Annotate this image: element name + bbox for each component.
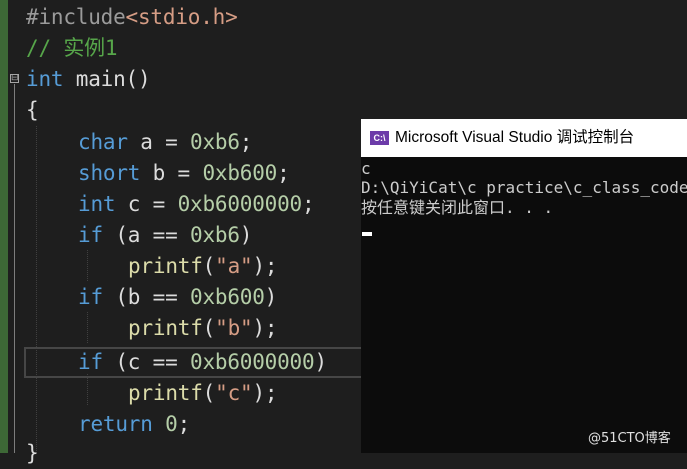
indent-guide xyxy=(36,126,37,453)
console-cursor xyxy=(362,232,372,236)
indent-guide xyxy=(87,312,88,343)
condition: (c == xyxy=(102,350,190,374)
indent-guide xyxy=(87,250,88,281)
preprocessor-directive: #include xyxy=(26,5,126,29)
fold-guide-line xyxy=(14,84,15,453)
change-tracking-bar xyxy=(0,0,8,453)
console-line: 按任意键关闭此窗口. . . xyxy=(361,198,554,217)
main-signature: main() xyxy=(63,67,151,91)
statement-end: ); xyxy=(252,316,278,340)
console-line: D:\QiYiCat\c practice\c_class_code xyxy=(361,178,687,197)
collapse-toggle-icon[interactable]: ⊟ xyxy=(10,74,19,83)
semicolon: ; xyxy=(239,130,253,154)
code-line-short-b[interactable]: short b = 0xb600; xyxy=(78,158,290,189)
number-literal: 0 xyxy=(165,412,178,436)
keyword-if: if xyxy=(78,285,103,309)
code-line-printf-a[interactable]: printf("a"); xyxy=(128,251,278,282)
console-output[interactable]: c D:\QiYiCat\c practice\c_class_code 按任意… xyxy=(361,157,687,453)
watermark: @51CTO博客 xyxy=(588,431,671,446)
debug-console-window[interactable]: C:\ Microsoft Visual Studio 调试控制台 c D:\Q… xyxy=(361,119,687,453)
code-line-if-b[interactable]: if (b == 0xb600) xyxy=(78,282,277,313)
include-header: <stdio.h> xyxy=(125,5,238,29)
code-line-main[interactable]: int main() xyxy=(26,64,151,95)
indent-guide xyxy=(87,374,88,405)
code-line-printf-b[interactable]: printf("b"); xyxy=(128,313,278,344)
open-paren: ( xyxy=(202,381,216,405)
code-line-char-a[interactable]: char a = 0xb6; xyxy=(78,127,252,158)
string-literal: "c" xyxy=(215,381,253,405)
code-line-open-brace[interactable]: { xyxy=(26,95,39,126)
console-title: Microsoft Visual Studio 调试控制台 xyxy=(395,129,635,146)
code-line-include[interactable]: #include<stdio.h> xyxy=(26,2,238,33)
number-literal: 0xb6000000 xyxy=(177,192,303,216)
assignment: c = xyxy=(115,192,178,216)
string-literal: "b" xyxy=(215,316,253,340)
keyword-short: short xyxy=(78,161,141,185)
number-literal: 0xb600 xyxy=(202,161,278,185)
statement-end: ); xyxy=(252,254,278,278)
number-literal: 0xb6000000 xyxy=(190,350,315,374)
visual-studio-icon: C:\ xyxy=(370,131,389,145)
function-name: printf xyxy=(128,316,203,340)
semicolon: ; xyxy=(177,412,191,436)
assignment: a = xyxy=(127,130,190,154)
open-paren: ( xyxy=(202,254,216,278)
code-line-if-a[interactable]: if (a == 0xb6) xyxy=(78,220,252,251)
code-line-printf-c[interactable]: printf("c"); xyxy=(128,378,278,409)
console-titlebar[interactable]: C:\ Microsoft Visual Studio 调试控制台 xyxy=(361,119,687,157)
assignment: b = xyxy=(140,161,203,185)
close-brace: } xyxy=(26,441,39,465)
number-literal: 0xb600 xyxy=(190,285,265,309)
open-paren: ( xyxy=(202,316,216,340)
comment-text: // 实例1 xyxy=(26,36,118,60)
keyword-if: if xyxy=(78,223,103,247)
number-literal: 0xb6 xyxy=(190,223,240,247)
console-line: c xyxy=(361,159,371,178)
keyword-int: int xyxy=(26,67,64,91)
code-line-int-c[interactable]: int c = 0xb6000000; xyxy=(78,189,315,220)
function-name: printf xyxy=(128,254,203,278)
semicolon: ; xyxy=(302,192,315,216)
close-paren: ) xyxy=(239,223,253,247)
statement-end: ); xyxy=(252,381,278,405)
code-line-return[interactable]: return 0; xyxy=(78,409,190,440)
string-literal: "a" xyxy=(215,254,253,278)
keyword-char: char xyxy=(78,130,128,154)
condition: (a == xyxy=(102,223,190,247)
keyword-return: return xyxy=(78,412,153,436)
condition: (b == xyxy=(102,285,190,309)
open-brace: { xyxy=(26,98,39,122)
keyword-if: if xyxy=(78,350,103,374)
close-paren: ) xyxy=(264,285,278,309)
code-line-if-c[interactable]: if (c == 0xb6000000) xyxy=(78,347,327,378)
semicolon: ; xyxy=(277,161,290,185)
number-literal: 0xb6 xyxy=(190,130,240,154)
function-name: printf xyxy=(128,381,203,405)
code-line-close-brace[interactable]: } xyxy=(26,438,39,469)
close-paren: ) xyxy=(314,350,327,374)
code-line-comment[interactable]: // 实例1 xyxy=(26,33,118,64)
keyword-int: int xyxy=(78,192,116,216)
